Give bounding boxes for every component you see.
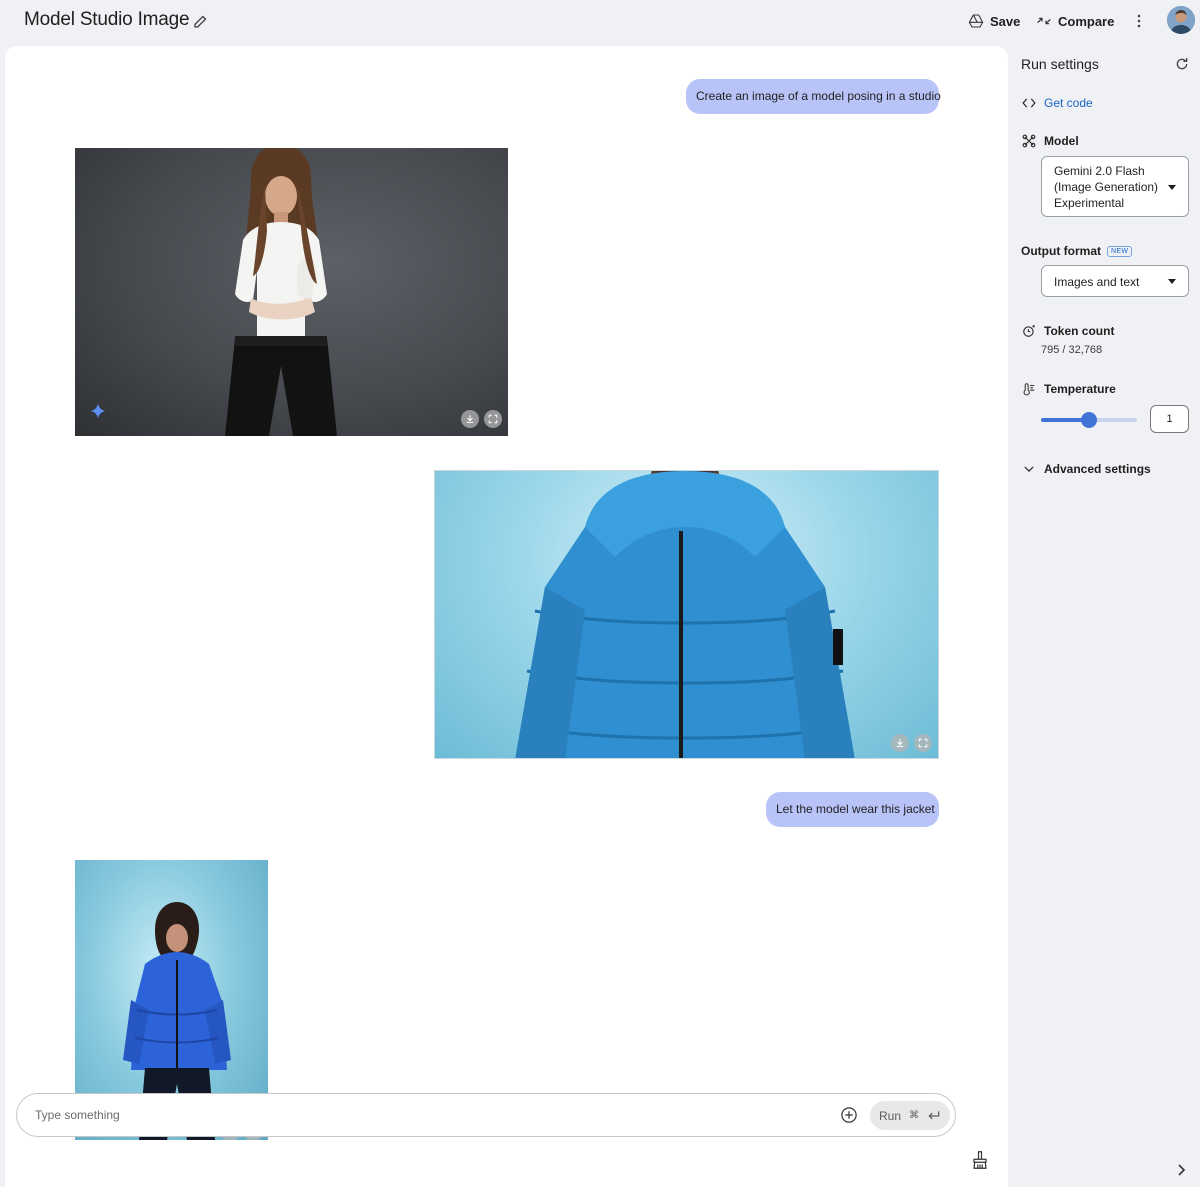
avatar[interactable] — [1167, 6, 1195, 34]
model-value-line: (Image Generation) — [1054, 180, 1159, 194]
new-badge: NEW — [1107, 245, 1133, 257]
model-value-line: Experimental — [1054, 196, 1125, 210]
get-code-button[interactable]: Get code — [1022, 96, 1093, 110]
fullscreen-icon — [488, 414, 498, 424]
top-bar: Model Studio Image Save Compare — [0, 0, 1200, 44]
add-circle-icon[interactable] — [840, 1106, 858, 1124]
run-settings-title: Run settings — [1021, 56, 1099, 72]
page-title: Model Studio Image — [24, 9, 190, 30]
save-button[interactable]: Save — [968, 10, 1020, 32]
temperature-slider[interactable] — [1041, 412, 1137, 428]
model-value-line: Gemini 2.0 Flash — [1054, 164, 1145, 178]
temperature-label-text: Temperature — [1044, 382, 1116, 396]
user-avatar-icon — [1167, 6, 1195, 34]
user-message-bubble: Let the model wear this jacket — [766, 792, 939, 827]
generated-image-studio-model[interactable] — [75, 148, 508, 436]
broom-icon[interactable] — [971, 1150, 989, 1170]
model-icon — [1022, 134, 1036, 148]
output-format-select[interactable]: Images and text — [1041, 265, 1189, 297]
fullscreen-button[interactable] — [914, 734, 932, 752]
pencil-icon[interactable] — [192, 12, 210, 30]
download-icon — [896, 739, 904, 747]
chevron-down-icon — [1024, 466, 1034, 473]
chat-panel: Create an image of a model posing in a s… — [5, 46, 1008, 1187]
code-icon — [1022, 98, 1036, 108]
fullscreen-icon — [918, 738, 928, 748]
compare-label: Compare — [1058, 13, 1115, 29]
prompt-input-bar: Run ⌘ — [16, 1093, 956, 1137]
advanced-settings-label: Advanced settings — [1044, 462, 1151, 476]
get-code-label: Get code — [1044, 96, 1093, 110]
compare-button[interactable]: Compare — [1036, 10, 1114, 32]
token-count-label-text: Token count — [1044, 324, 1115, 338]
download-icon — [466, 415, 474, 423]
prompt-input[interactable] — [35, 1104, 795, 1126]
output-format-label-text: Output format — [1021, 244, 1101, 258]
enter-icon — [928, 1110, 940, 1119]
download-button[interactable] — [461, 410, 479, 428]
advanced-settings-toggle[interactable]: Advanced settings — [1024, 462, 1151, 476]
download-button[interactable] — [891, 734, 909, 752]
user-message-bubble: Create an image of a model posing in a s… — [686, 79, 941, 114]
token-icon — [1023, 325, 1035, 337]
refresh-icon[interactable] — [1174, 56, 1190, 72]
puffer-jacket-illustration — [515, 471, 855, 758]
output-format-value: Images and text — [1054, 275, 1140, 289]
compare-icon — [1037, 17, 1051, 25]
dropdown-caret-icon — [1168, 279, 1176, 284]
dropdown-caret-icon — [1168, 185, 1176, 190]
sparkle-icon — [90, 403, 106, 419]
drive-save-icon — [968, 14, 984, 28]
run-button[interactable]: Run ⌘ — [870, 1101, 950, 1130]
fullscreen-button[interactable] — [484, 410, 502, 428]
token-count-label: Token count — [1022, 324, 1114, 338]
model-label-text: Model — [1044, 134, 1079, 148]
studio-model-illustration — [225, 148, 337, 436]
temperature-slider-thumb[interactable] — [1081, 412, 1097, 428]
run-shortcut-label: ⌘ — [909, 1110, 919, 1121]
uploaded-image-jacket[interactable] — [434, 470, 939, 759]
token-count-value: 795 / 32,768 — [1041, 344, 1103, 356]
temperature-input[interactable] — [1150, 405, 1189, 433]
image-actions — [891, 734, 932, 752]
thermometer-icon — [1023, 383, 1035, 396]
more-options-button[interactable] — [1130, 10, 1148, 32]
save-label: Save — [990, 13, 1021, 29]
run-label: Run — [878, 1108, 901, 1123]
run-settings-panel: Run settings Get code Model Gemini 2.0 F… — [1010, 46, 1200, 1187]
model-select[interactable]: Gemini 2.0 Flash (Image Generation) Expe… — [1041, 156, 1189, 217]
output-format-label: Output format NEW — [1021, 244, 1133, 258]
model-label: Model — [1022, 134, 1079, 148]
chevron-right-icon[interactable] — [1176, 1163, 1188, 1177]
temperature-label: Temperature — [1022, 382, 1116, 396]
image-actions — [461, 410, 502, 428]
more-vert-icon — [1137, 14, 1141, 28]
